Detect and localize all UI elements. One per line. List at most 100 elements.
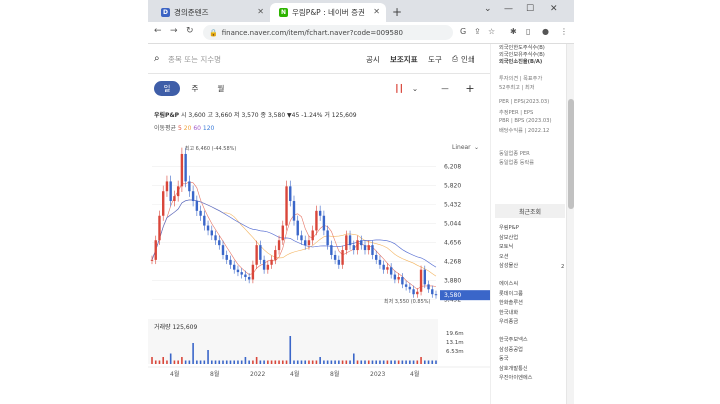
new-tab-button[interactable]: + [392, 5, 402, 19]
x-tick-label: 4월 [170, 370, 179, 378]
disclosure-link[interactable]: 공시 [366, 54, 380, 65]
recent-stock-link[interactable]: 동국 [499, 355, 509, 362]
current-price-label: 3,580 [444, 292, 461, 299]
recent-stock-link[interactable]: 오션 [499, 253, 509, 260]
candle-body [304, 240, 307, 246]
recent-stock-link[interactable]: 한국주보넥스 [499, 336, 528, 343]
print-icon[interactable]: ⎙ [452, 54, 458, 64]
sidebar-info-item[interactable]: 동일업종 PER [499, 150, 530, 157]
recent-stock-link[interactable]: 한화솔루션 [499, 299, 523, 306]
candle-body [386, 267, 389, 270]
period-weekly-button[interactable]: 주 [188, 81, 202, 96]
chart-page: ⌕ 종목 또는 지수명 공시 보조지표 도구 ⎙ 인쇄 일 주 월 ┃┃ ⌄ —… [148, 44, 490, 404]
sidebar-info-item[interactable]: 동일업종 등락률 [499, 159, 534, 166]
dropdown-chevron-icon[interactable]: ⌄ [410, 81, 420, 96]
candle-body [300, 235, 303, 241]
volume-bar [364, 360, 366, 364]
volume-label: 거래량 125,609 [154, 323, 197, 331]
url-field[interactable]: 🔒 finance.naver.com/item/fchart.naver?co… [203, 25, 453, 40]
recent-stock-link[interactable]: 한국내화 [499, 309, 518, 316]
scale-label[interactable]: Linear [452, 144, 471, 151]
tab-search-icon[interactable]: ⌄ [484, 4, 492, 14]
volume-bar [360, 360, 363, 364]
back-icon[interactable]: ← [154, 26, 162, 36]
indicators-link[interactable]: 보조지표 [390, 54, 418, 65]
zoom-in-button[interactable]: + [463, 81, 477, 96]
tab-inactive[interactable]: D 경의준텐즈 ✕ [152, 3, 270, 22]
candle-body [375, 254, 378, 260]
volume-bar [192, 343, 194, 364]
close-tab-icon[interactable]: ✕ [257, 7, 264, 16]
recent-stock-link[interactable]: 삼성물산 [499, 262, 518, 269]
tab-active[interactable]: N 우림P&P : 네이버 증권 ✕ [270, 3, 386, 22]
ma-20: 20 [183, 125, 192, 132]
volume-bar [371, 360, 374, 364]
scale-chevron-icon[interactable]: ⌄ [474, 144, 479, 151]
tools-link[interactable]: 도구 [428, 54, 442, 65]
volume-bar [435, 360, 437, 364]
candle-body [191, 191, 195, 202]
extensions-icon[interactable]: ✱ [510, 27, 517, 36]
close-window-button[interactable]: ✕ [550, 4, 558, 14]
bookmark-star-icon[interactable]: ☆ [488, 27, 495, 36]
volume-bar [203, 360, 206, 364]
search-input[interactable]: 종목 또는 지수명 [168, 54, 221, 65]
candlestick-type-icon[interactable]: ┃┃ [391, 81, 407, 96]
recent-stock-link[interactable]: 우리종금 [499, 318, 518, 325]
candle-body [363, 245, 367, 251]
period-daily-button[interactable]: 일 [154, 81, 180, 96]
volume-bar [375, 360, 378, 364]
candle-body [210, 230, 213, 236]
volume-bar [304, 360, 307, 364]
recent-stock-link[interactable]: 모토닉 [499, 243, 513, 250]
minimize-button[interactable]: — [504, 4, 513, 14]
period-monthly-button[interactable]: 월 [214, 81, 228, 96]
recent-stock-link[interactable]: 에이스씨 [499, 280, 518, 287]
recent-stock-link[interactable]: 삼호개발통신 [499, 365, 528, 372]
volume-bar [199, 360, 202, 364]
maximize-button[interactable]: ☐ [526, 4, 534, 14]
moving-average-legend: 이동평균 5 20 60 120 [154, 123, 214, 132]
profile-avatar-icon[interactable]: ● [542, 27, 549, 36]
candle-body [176, 186, 180, 197]
candle-body [341, 250, 344, 265]
volume-bar [248, 360, 250, 364]
volume-bar [334, 360, 336, 364]
volume-bar [278, 360, 280, 364]
recent-stock-link[interactable]: 삼보산업 [499, 234, 518, 241]
scrollbar-thumb[interactable] [568, 99, 574, 209]
candle-body [259, 245, 262, 260]
candle-body [330, 245, 333, 255]
candle-body [225, 254, 228, 260]
recent-stock-link[interactable]: 삼성중공업 [499, 346, 523, 353]
volume-bar [390, 360, 392, 364]
recent-stock-link[interactable]: 롯데이그룹 [499, 290, 523, 297]
close-tab-icon[interactable]: ✕ [373, 7, 380, 16]
x-tick-label: 4월 [410, 370, 419, 378]
print-link[interactable]: 인쇄 [461, 54, 475, 65]
volume-bar [311, 360, 314, 364]
stock-ohlc: 시 3,600 고 3,660 저 3,570 종 3,580 ▼45 -1.2… [181, 112, 357, 119]
share-icon[interactable]: ⇪ [474, 27, 481, 36]
address-bar-row: ← → ↻ 🔒 finance.naver.com/item/fchart.na… [148, 22, 574, 44]
candle-body [270, 259, 273, 265]
recent-stock-link[interactable]: 우림P&P [499, 224, 519, 231]
candle-body [206, 225, 210, 231]
volume-tick-label: 6.53m [446, 349, 464, 355]
menu-kebab-icon[interactable]: ⋮ [560, 27, 568, 36]
reload-icon[interactable]: ↻ [186, 26, 194, 36]
sidepanel-icon[interactable]: ▯ [526, 27, 530, 36]
candle-body [326, 230, 329, 246]
google-icon[interactable]: G [460, 27, 466, 36]
recent-stock-link[interactable]: 우진아이엔에스 [499, 374, 532, 381]
volume-bar [207, 350, 209, 364]
forward-icon[interactable]: → [170, 26, 178, 36]
volume-bar [196, 360, 198, 364]
price-chart[interactable]: Linear ⌄ 6,208 5,820 5,432 5,044 4,656 4,268 3… [148, 136, 490, 336]
zoom-out-button[interactable]: — [438, 81, 452, 96]
page-scrollbar[interactable] [566, 44, 574, 404]
high-price-label: 최고 6,460 (-44.58%) [185, 145, 237, 152]
search-icon[interactable]: ⌕ [154, 53, 160, 64]
volume-bar [296, 360, 299, 364]
recent-views-header[interactable]: 최근조회 [495, 204, 565, 218]
